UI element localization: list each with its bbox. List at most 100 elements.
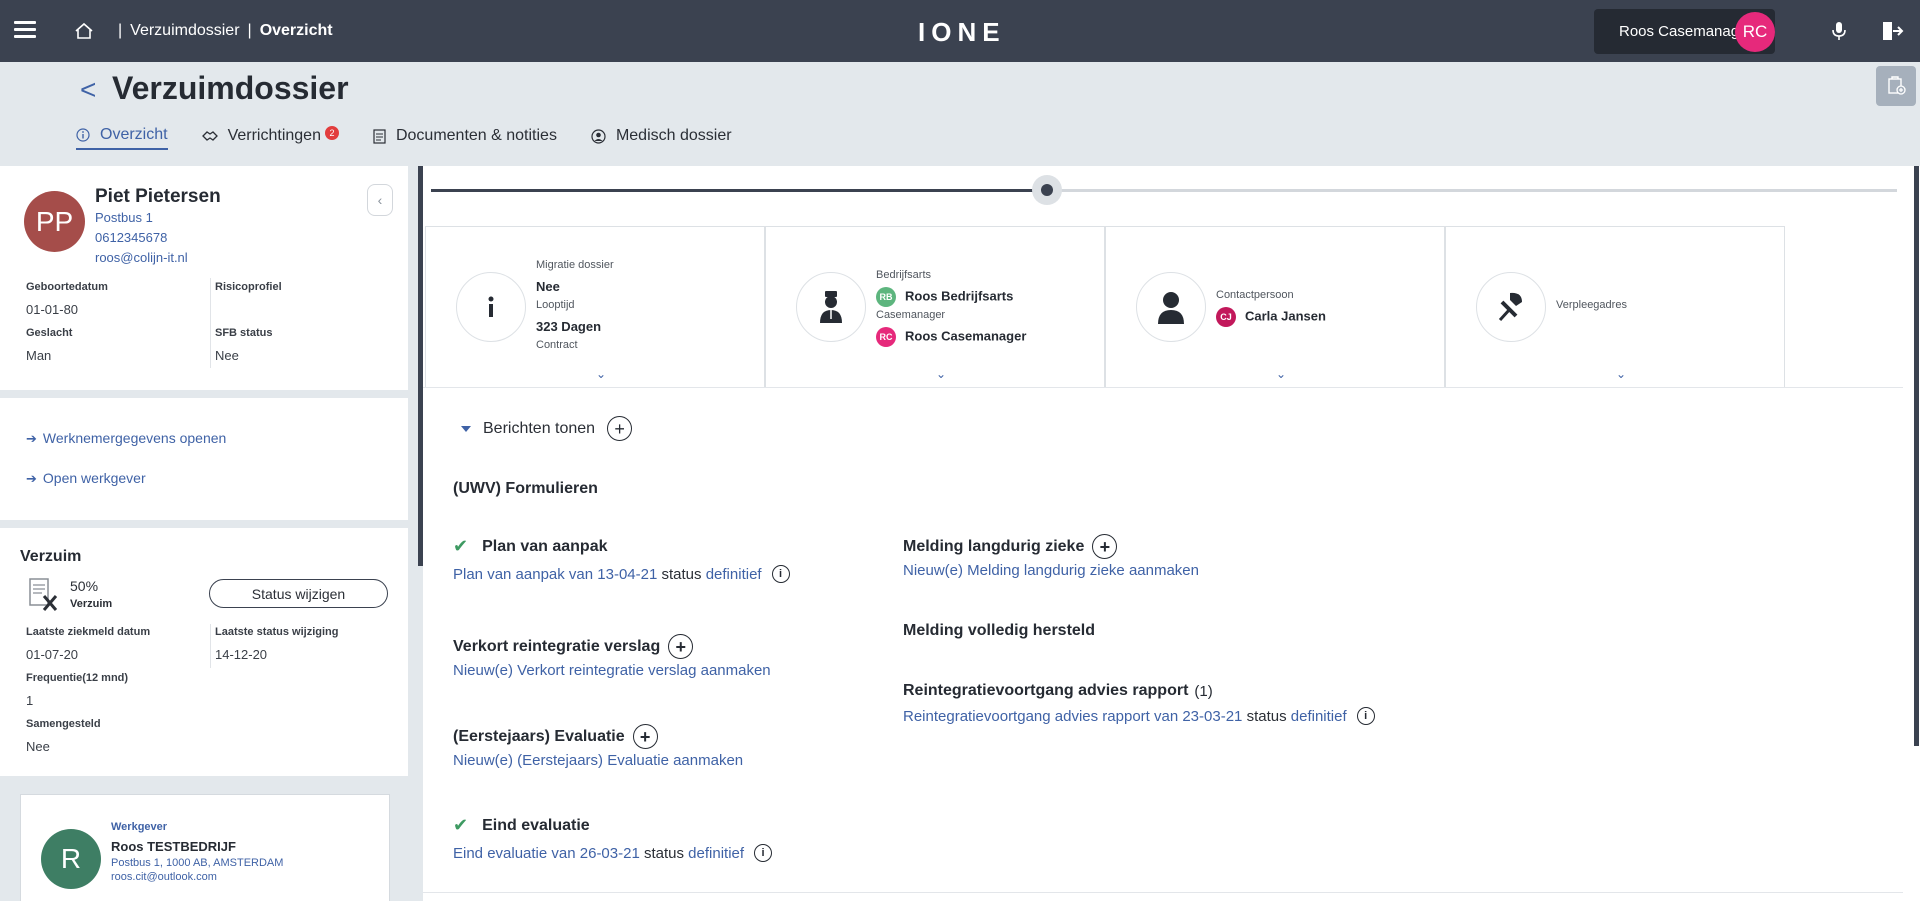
tab-documenten[interactable]: Documenten & notities: [373, 126, 557, 150]
employee-address[interactable]: Postbus 1: [95, 210, 153, 225]
werkgever-name: Roos TESTBEDRIJF: [111, 839, 236, 854]
chevron-down-icon[interactable]: ⌄: [596, 367, 606, 381]
plan-van-aanpak-title: ✔ Plan van aanpak: [453, 536, 608, 556]
chevron-down-icon[interactable]: ⌄: [936, 367, 946, 381]
sfb-status-label: SFB status: [215, 327, 273, 339]
eerstejaars-evaluatie-title: (Eerstejaars) Evaluatie +: [453, 724, 658, 749]
doctor-icon: [820, 291, 842, 323]
user-avatar: RC: [1735, 12, 1775, 52]
user-name: Roos Casemanager: [1619, 23, 1753, 40]
geslacht-label: Geslacht: [26, 327, 73, 339]
tab-verrichtingen-label: Verrichtingen: [227, 127, 321, 144]
contactpersoon-label: Contactpersoon: [1216, 289, 1294, 301]
add-document-button[interactable]: [1876, 66, 1916, 106]
back-button[interactable]: <: [80, 74, 96, 106]
employee-phone[interactable]: 0612345678: [95, 230, 167, 245]
info-card-verpleegadres: Verpleegadres ⌄: [1445, 226, 1785, 388]
casemanager-value: RC Roos Casemanager: [876, 327, 1026, 347]
contactpersoon-avatar: CJ: [1216, 307, 1236, 327]
looptijd-value: 323 Dagen: [536, 319, 602, 334]
eind-evaluatie-link[interactable]: Eind evaluatie van 26-03-21 status defin…: [453, 844, 773, 862]
werkgever-avatar: R: [41, 829, 101, 889]
laatste-ziekmeld-value: 01-07-20: [26, 647, 79, 662]
divider: [423, 892, 1903, 893]
timeline-thumb[interactable]: [1031, 175, 1062, 205]
pushpin-icon-circle: [1476, 272, 1546, 342]
bedrijfsarts-avatar: RB: [876, 287, 896, 307]
microphone-icon[interactable]: [1829, 20, 1849, 42]
breadcrumb-overzicht: Overzicht: [259, 22, 333, 39]
open-werkgever-link[interactable]: ➔ Open werkgever: [26, 470, 146, 487]
geboortedatum-label: Geboortedatum: [26, 281, 108, 293]
tab-overzicht[interactable]: Overzicht: [76, 126, 168, 150]
info-icon-circle: [456, 272, 526, 342]
werknemergegevens-openen-link[interactable]: ➔ Werknemergegevens openen: [26, 430, 226, 447]
hamburger-menu-icon[interactable]: [14, 21, 36, 41]
collapse-panel-button[interactable]: ‹: [367, 184, 393, 216]
tab-verrichtingen[interactable]: Verrichtingen 2: [201, 126, 339, 150]
tab-overzicht-label: Overzicht: [100, 126, 168, 143]
timeline-slider[interactable]: [431, 175, 1897, 205]
verzuim-percentage: 50%: [70, 578, 99, 594]
werkgever-email[interactable]: roos.cit@outlook.com: [111, 871, 217, 883]
risicoprofiel-label: Risicoprofiel: [215, 281, 282, 293]
werkgever-address[interactable]: Postbus 1, 1000 AB, AMSTERDAM: [111, 857, 283, 869]
plan-van-aanpak-link[interactable]: Plan van aanpak van 13-04-21 status defi…: [453, 565, 790, 583]
verkort-reintegratie-link[interactable]: Nieuw(e) Verkort reintegratie verslag aa…: [453, 662, 771, 679]
handshake-icon: [201, 131, 218, 141]
melding-langdurig-link[interactable]: Nieuw(e) Melding langdurig zieke aanmake…: [903, 562, 1199, 579]
berichten-tonen-toggle[interactable]: Berichten tonen +: [461, 416, 633, 441]
add-evaluatie-button[interactable]: +: [632, 724, 658, 749]
werkgever-label: Werkgever: [111, 821, 168, 833]
logo: IONE: [918, 17, 1006, 47]
eind-evaluatie-title: ✔ Eind evaluatie: [453, 815, 590, 835]
sfb-status-value: Nee: [215, 348, 239, 363]
notification-badge: 2: [324, 126, 339, 140]
contract-label: Contract: [536, 339, 578, 351]
laatste-status-label: Laatste status wijziging: [215, 626, 339, 638]
breadcrumb-verzuimdossier[interactable]: Verzuimdossier: [130, 22, 239, 39]
werkgever-card-wrapper: R Werkgever Roos TESTBEDRIJF Postbus 1, …: [0, 784, 408, 901]
casemanager-avatar: RC: [876, 327, 896, 347]
info-icon[interactable]: i: [1356, 707, 1375, 725]
tab-documenten-label: Documenten & notities: [395, 127, 557, 144]
status-wijzigen-button[interactable]: Status wijzigen: [209, 579, 388, 608]
add-verkort-button[interactable]: +: [668, 634, 694, 659]
geslacht-value: Man: [26, 348, 52, 363]
reintegratievoortgang-link[interactable]: Reintegratievoortgang advies rapport van…: [903, 707, 1375, 725]
verzuim-title: Verzuim: [20, 548, 82, 565]
chevron-down-icon[interactable]: ⌄: [1276, 367, 1286, 381]
casemanager-label: Casemanager: [876, 309, 946, 321]
caret-down-icon: [461, 425, 471, 432]
person-icon-circle: [1136, 272, 1206, 342]
verzuim-status: Verzuim: [70, 598, 113, 610]
arrow-right-icon: ➔: [26, 471, 37, 486]
samengesteld-value: Nee: [26, 739, 50, 754]
chevron-down-icon[interactable]: ⌄: [1616, 367, 1626, 381]
employee-card: PP Piet Pietersen Postbus 1 0612345678 r…: [0, 166, 408, 390]
divider: [210, 624, 211, 668]
arrow-right-icon: ➔: [26, 431, 37, 446]
main-scrollbar[interactable]: [1914, 166, 1919, 746]
tab-medisch-dossier[interactable]: Medisch dossier: [591, 126, 732, 150]
employee-email[interactable]: roos@colijn-it.nl: [95, 250, 188, 265]
tab-medisch-label: Medisch dossier: [615, 127, 732, 144]
page-title: Verzuimdossier: [112, 70, 349, 106]
add-melding-button[interactable]: +: [1092, 534, 1118, 559]
formulieren-heading: (UWV) Formulieren: [453, 480, 598, 497]
pushpin-icon: [1498, 292, 1522, 322]
chevron-left-icon: ‹: [377, 192, 383, 208]
info-icon[interactable]: i: [771, 565, 790, 583]
migratie-value: Nee: [536, 279, 560, 294]
info-icon[interactable]: i: [754, 844, 773, 862]
eerstejaars-evaluatie-link[interactable]: Nieuw(e) (Eerstejaars) Evaluatie aanmake…: [453, 752, 743, 769]
logout-icon[interactable]: [1880, 20, 1904, 42]
home-icon[interactable]: [74, 21, 94, 41]
add-bericht-button[interactable]: +: [607, 416, 633, 441]
verkort-reintegratie-title: Verkort reintegratie verslag +: [453, 634, 694, 659]
geboortedatum-value: 01-01-80: [26, 302, 79, 317]
user-menu[interactable]: Roos Casemanager RC: [1594, 9, 1775, 54]
laatste-ziekmeld-label: Laatste ziekmeld datum: [26, 626, 151, 638]
looptijd-label: Looptijd: [536, 299, 575, 311]
info-card-contactpersoon: Contactpersoon CJ Carla Jansen ⌄: [1105, 226, 1445, 388]
